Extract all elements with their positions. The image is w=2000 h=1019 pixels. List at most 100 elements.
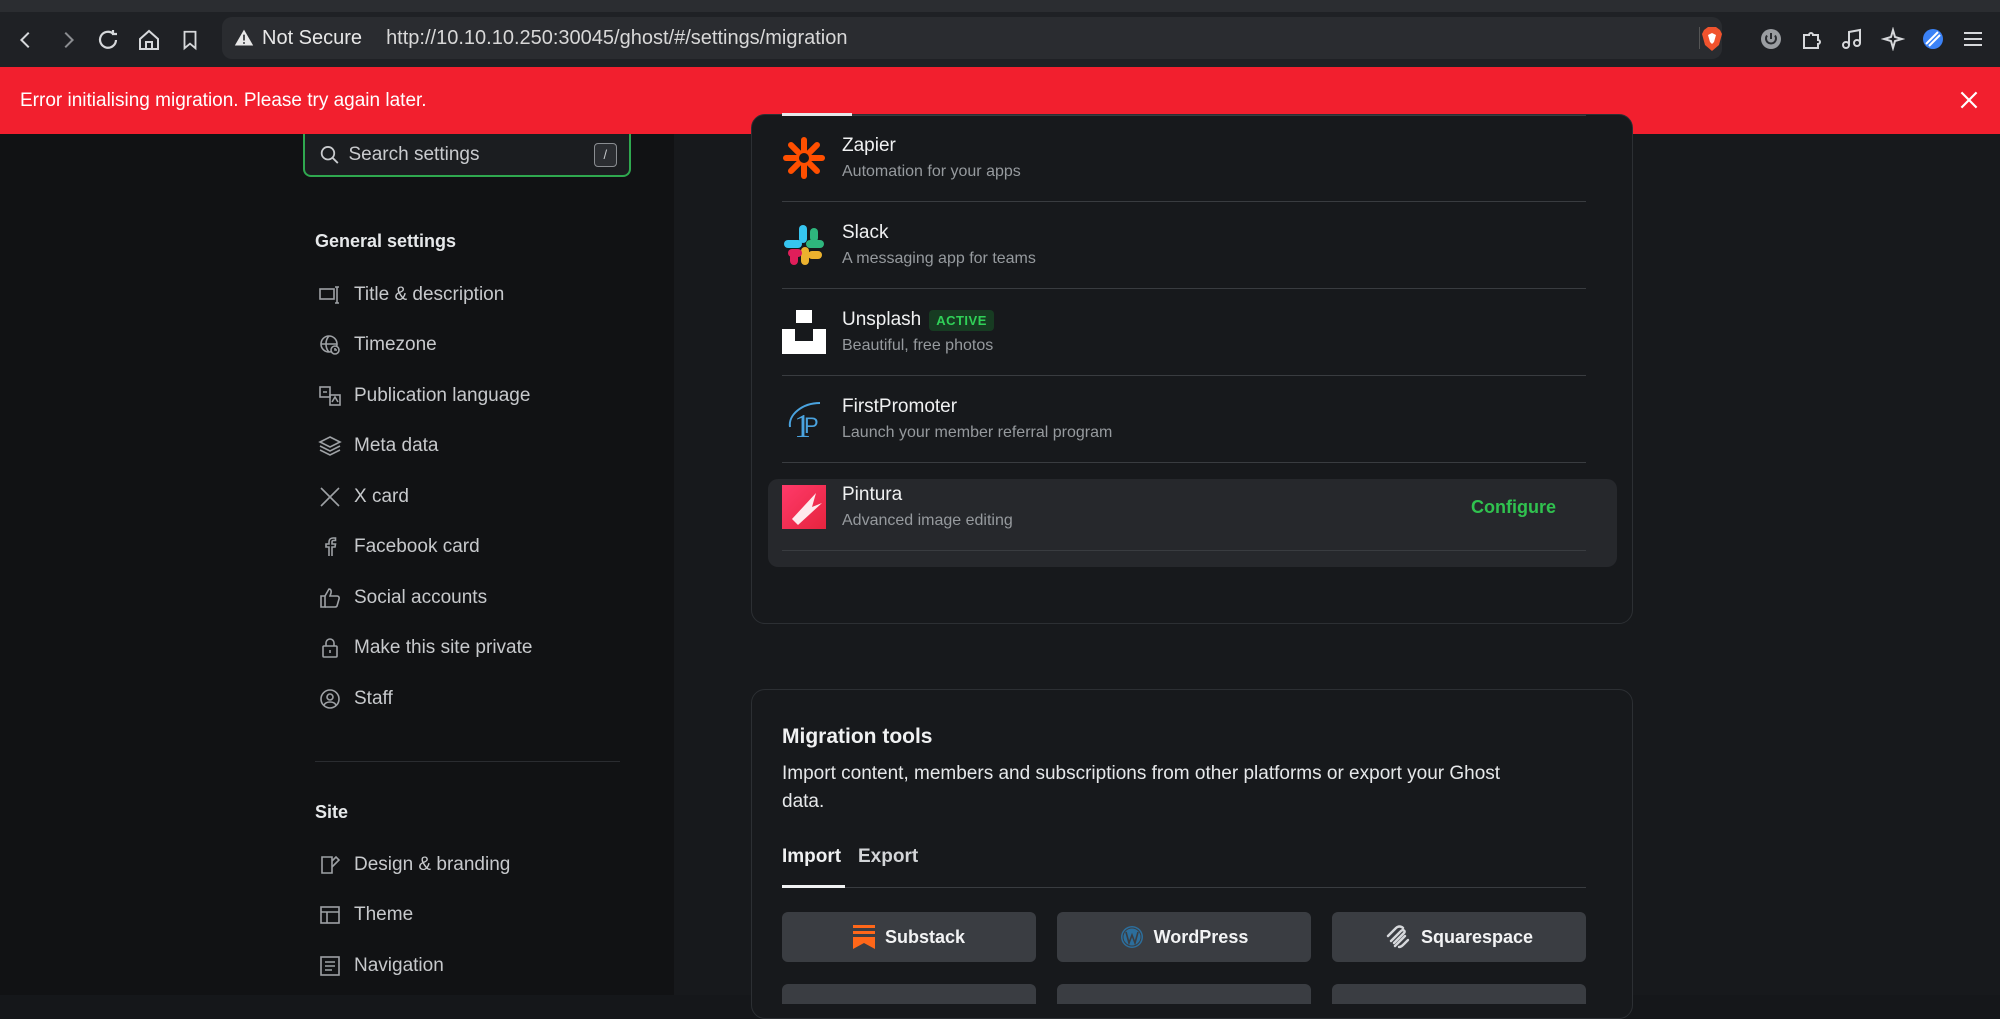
unsplash-icon <box>782 310 826 354</box>
home-icon[interactable] <box>133 24 165 56</box>
layers-icon <box>318 436 342 456</box>
tabs-divider <box>782 887 1586 888</box>
back-icon[interactable] <box>10 24 42 56</box>
language-icon <box>319 386 341 406</box>
brave-shield-icon[interactable] <box>1697 24 1727 54</box>
zapier-icon <box>782 136 826 180</box>
settings-sidebar: / General settings Title & description T… <box>0 134 674 995</box>
firstpromoter-icon: 1P <box>782 397 826 441</box>
browser-toolbar: Not Secure http://10.10.10.250:30045/gho… <box>0 0 2000 67</box>
integration-name: Zapier <box>842 135 896 156</box>
x-icon <box>320 487 340 507</box>
sidebar-item-meta-data[interactable]: Meta data <box>318 430 439 462</box>
integration-row-slack[interactable]: Slack A messaging app for teams <box>782 202 1586 289</box>
import-button-partial[interactable] <box>1057 984 1311 1004</box>
sidebar-item-label: X card <box>354 486 409 507</box>
close-icon[interactable] <box>1956 87 1982 113</box>
security-indicator[interactable]: Not Secure <box>234 27 362 50</box>
title-icon <box>319 286 339 304</box>
brush-icon <box>321 855 341 874</box>
slack-icon <box>782 223 826 267</box>
extension-power-icon[interactable] <box>1756 24 1786 54</box>
menu-icon[interactable] <box>1958 24 1988 54</box>
integration-row-firstpromoter[interactable]: 1P FirstPromoter Launch your member refe… <box>782 376 1586 463</box>
sidebar-divider <box>315 761 620 762</box>
integration-name: FirstPromoter <box>842 396 958 417</box>
forward-icon[interactable] <box>52 24 84 56</box>
security-label: Not Secure <box>262 26 363 49</box>
integration-description: Beautiful, free photos <box>842 337 994 354</box>
integration-row-unsplash[interactable]: Unsplash ACTIVE Beautiful, free photos <box>782 289 1586 376</box>
migration-tools-card: Migration tools Import content, members … <box>751 689 1633 1019</box>
integration-row-pintura[interactable]: Pintura Advanced image editing Configure <box>782 464 1586 551</box>
active-tab-indicator <box>782 885 845 888</box>
integrations-card: Zapier Automation for your apps Slack A … <box>751 113 1633 624</box>
search-input[interactable] <box>348 143 594 166</box>
status-badge: ACTIVE <box>929 309 994 331</box>
sidebar-item-staff[interactable]: Staff <box>318 683 393 715</box>
lock-icon <box>322 638 338 658</box>
sidebar-item-x-card[interactable]: X card <box>318 481 409 513</box>
ai-sparkle-icon[interactable] <box>1878 24 1908 54</box>
import-button-partial[interactable] <box>1332 984 1586 1004</box>
integration-description: Automation for your apps <box>842 163 1021 180</box>
wordpress-icon <box>1120 926 1143 948</box>
list-icon <box>320 956 340 976</box>
music-icon[interactable] <box>1837 24 1867 54</box>
sidebar-item-label: Publication language <box>354 385 531 406</box>
sidebar-item-label: Title & description <box>354 284 505 305</box>
sidebar-item-navigation[interactable]: Navigation <box>318 950 444 982</box>
sidebar-item-label: Meta data <box>354 435 439 456</box>
sidebar-item-label: Design & branding <box>354 854 511 875</box>
sidebar-item-facebook-card[interactable]: Facebook card <box>318 531 480 563</box>
settings-main: Zapier Automation for your apps Slack A … <box>674 113 2000 1019</box>
import-button-label: WordPress <box>1153 926 1249 947</box>
address-bar[interactable]: Not Secure http://10.10.10.250:30045/gho… <box>222 17 1722 59</box>
import-substack-button[interactable]: Substack <box>782 912 1036 962</box>
svg-text:P: P <box>804 413 819 438</box>
globe-clock-icon <box>320 335 340 355</box>
import-wordpress-button[interactable]: WordPress <box>1057 912 1311 962</box>
integration-description: Launch your member referral program <box>842 424 1113 441</box>
search-icon <box>320 145 339 164</box>
url-text[interactable]: http://10.10.10.250:30045/ghost/#/settin… <box>386 27 847 50</box>
sidebar-item-timezone[interactable]: Timezone <box>318 329 437 361</box>
migration-description: Import content, members and subscription… <box>782 763 1501 812</box>
sidebar-item-title-description[interactable]: Title & description <box>318 279 504 311</box>
sidebar-item-make-site-private[interactable]: Make this site private <box>318 632 532 664</box>
sidebar-item-design-branding[interactable]: Design & branding <box>318 849 510 881</box>
pintura-icon <box>782 485 826 529</box>
warning-icon <box>234 29 254 46</box>
sidebar-item-label: Make this site private <box>354 637 533 658</box>
integration-description: A messaging app for teams <box>842 250 1036 267</box>
search-box[interactable]: / <box>303 134 631 177</box>
error-message: Error initialising migration. Please try… <box>20 89 427 111</box>
sidebar-item-label: Facebook card <box>354 536 480 557</box>
integration-name: Unsplash <box>842 309 922 330</box>
import-button-partial[interactable] <box>782 984 1036 1004</box>
tab-import[interactable]: Import <box>782 846 841 868</box>
import-button-label: Substack <box>884 926 966 947</box>
site-heading: Site <box>315 802 349 822</box>
squarespace-icon <box>1386 925 1410 949</box>
integration-row-zapier[interactable]: Zapier Automation for your apps <box>782 115 1586 202</box>
extensions-puzzle-icon[interactable] <box>1797 24 1827 54</box>
integration-name: Pintura <box>842 484 903 505</box>
import-squarespace-button[interactable]: Squarespace <box>1332 912 1586 962</box>
substack-icon <box>852 925 875 949</box>
sidebar-item-social-accounts[interactable]: Social accounts <box>318 582 487 614</box>
extension-striped-icon[interactable] <box>1918 24 1948 54</box>
sidebar-item-publication-language[interactable]: Publication language <box>318 380 530 412</box>
tab-export[interactable]: Export <box>858 846 918 868</box>
reload-icon[interactable] <box>92 24 124 56</box>
sidebar-item-label: Staff <box>354 688 393 709</box>
sidebar-item-label: Social accounts <box>354 587 488 608</box>
migration-title: Migration tools <box>782 725 933 748</box>
thumbs-up-icon <box>320 588 340 608</box>
sidebar-item-label: Navigation <box>354 955 444 976</box>
sidebar-item-theme[interactable]: Theme <box>318 899 413 931</box>
bookmark-icon[interactable] <box>174 24 206 56</box>
layout-icon <box>320 906 340 924</box>
search-shortcut-key: / <box>593 142 617 167</box>
configure-button[interactable]: Configure <box>1471 497 1556 518</box>
